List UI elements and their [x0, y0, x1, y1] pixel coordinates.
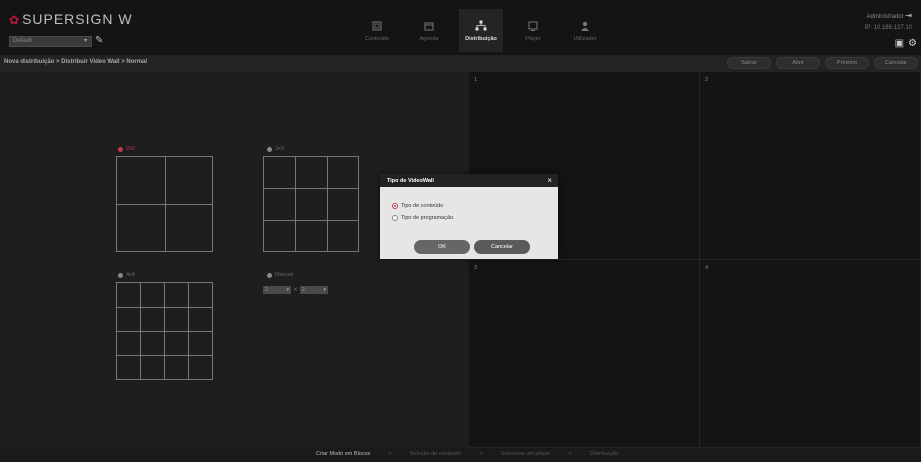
layout-label: 2x2: [126, 146, 135, 152]
header-icons: ▣ ⚙: [895, 38, 917, 49]
workspace-value: Default: [13, 38, 33, 44]
content-icon: [369, 19, 385, 33]
admin-user: Administrador: [866, 14, 904, 20]
radio-schedule-type[interactable]: Tipo de programação.: [392, 215, 546, 221]
layout-option-3x3[interactable]: 3x3: [267, 146, 284, 152]
admin-ip: IP: 10.186.127.10: [864, 25, 912, 31]
screen-cell[interactable]: 2: [700, 72, 921, 260]
manual-rows-select[interactable]: 2 ▾: [263, 286, 291, 294]
dialog-title: Tipo de VideoWall: [387, 177, 434, 184]
nav-item-schedule[interactable]: Agenda: [407, 9, 451, 52]
nav-item-user[interactable]: Utilizador: [563, 9, 607, 52]
open-button[interactable]: Abrir: [776, 57, 820, 69]
nav-item-distribution[interactable]: Distribuição: [459, 9, 503, 52]
radio-icon: [267, 146, 272, 152]
step-distribution: Distribuição: [589, 451, 619, 457]
step-footer: Criar Modo em Blocos > Seleção de conteú…: [0, 448, 921, 462]
nav-label: Agenda: [419, 35, 439, 42]
breadcrumb-bar: Nova distribuição > Distribuir Video Wal…: [0, 55, 921, 72]
dialog-cancel-button[interactable]: Cancelar: [474, 240, 530, 254]
logout-icon[interactable]: ⇥: [905, 11, 912, 20]
gear-icon[interactable]: ⚙: [908, 38, 917, 49]
nav-label: Player: [525, 35, 541, 42]
top-header: ✿ SUPERSIGN W Default ▾ ✎ Conteúdo Agenda: [0, 0, 921, 55]
chevron-down-icon: ▾: [83, 38, 87, 44]
radio-selected-icon: [118, 146, 123, 152]
app-logo: ✿ SUPERSIGN W: [9, 11, 133, 27]
dialog-header: Tipo de VideoWall ×: [380, 174, 558, 187]
layout-label: Manual: [275, 272, 294, 278]
videowall-type-dialog: Tipo de VideoWall × Tipo de conteúdo Tip…: [380, 174, 558, 259]
times-label: x: [294, 287, 297, 293]
layout-preview-2x2[interactable]: [116, 156, 213, 252]
manual-size-inputs: 2 ▾ x 2 ▾: [263, 286, 328, 294]
action-buttons: Salvar Abrir Próximo Cancelar: [727, 57, 918, 69]
notice-icon[interactable]: ▣: [895, 38, 904, 49]
step-create-block: Criar Modo em Blocos: [316, 451, 371, 457]
step-select-content: Seleção de conteúdo: [409, 451, 462, 457]
layout-chooser: 2x2 3x3 4x4 Manual 2 ▾ x 2 ▾: [0, 72, 469, 448]
save-button[interactable]: Salvar: [727, 57, 771, 69]
next-button[interactable]: Próximo: [825, 57, 869, 69]
step-separator: >: [388, 451, 392, 457]
breadcrumb: Nova distribuição > Distribuir Video Wal…: [4, 59, 148, 65]
radio-label: Tipo de conteúdo: [401, 203, 444, 209]
admin-info: Administrador ⇥ IP: 10.186.127.10: [865, 10, 912, 34]
dialog-body: Tipo de conteúdo Tipo de programação.: [380, 187, 558, 221]
close-icon[interactable]: ×: [547, 176, 552, 185]
nav-item-content[interactable]: Conteúdo: [355, 9, 399, 52]
layout-preview-4x4[interactable]: [116, 282, 213, 380]
layout-option-manual[interactable]: Manual: [267, 272, 293, 278]
player-icon: [525, 19, 541, 33]
radio-icon: [267, 272, 272, 278]
screen-cell[interactable]: 3: [469, 260, 700, 448]
radio-selected-icon: [392, 203, 398, 209]
calendar-icon: [421, 19, 437, 33]
radio-icon: [392, 215, 398, 221]
layout-option-2x2[interactable]: 2x2: [118, 146, 135, 152]
app-window: ✿ SUPERSIGN W Default ▾ ✎ Conteúdo Agenda: [0, 0, 921, 462]
screen-cell[interactable]: 4: [700, 260, 921, 448]
step-select-player: Selecione um player: [500, 451, 551, 457]
workspace-select[interactable]: Default ▾: [9, 36, 92, 47]
main-nav: Conteúdo Agenda Distribuição Player Util…: [355, 9, 615, 52]
radio-icon: [118, 272, 123, 278]
chevron-down-icon: ▾: [286, 287, 289, 293]
ok-button[interactable]: OK: [414, 240, 470, 254]
step-separator: >: [568, 451, 572, 457]
step-separator: >: [479, 451, 483, 457]
layout-option-4x4[interactable]: 4x4: [118, 272, 135, 278]
nav-label: Distribuição: [465, 35, 497, 42]
videowall-preview: 1 2 3 4: [469, 72, 921, 448]
user-icon: [577, 19, 593, 33]
layout-preview-3x3[interactable]: [263, 156, 359, 252]
layout-label: 4x4: [126, 272, 135, 278]
cancel-button[interactable]: Cancelar: [874, 57, 918, 69]
radio-content-type[interactable]: Tipo de conteúdo: [392, 203, 546, 209]
edit-pencil-icon[interactable]: ✎: [95, 35, 103, 46]
wizard-steps: Criar Modo em Blocos > Seleção de conteú…: [316, 451, 618, 457]
logo-mark-icon: ✿: [9, 13, 21, 27]
nav-item-player[interactable]: Player: [511, 9, 555, 52]
nav-label: Conteúdo: [365, 35, 389, 42]
nav-label: Utilizador: [573, 35, 597, 42]
chevron-down-icon: ▾: [323, 287, 326, 293]
dialog-buttons: OK Cancelar: [414, 240, 530, 254]
manual-cols-select[interactable]: 2 ▾: [300, 286, 328, 294]
radio-label: Tipo de programação.: [401, 215, 455, 221]
distribution-icon: [473, 19, 489, 33]
layout-label: 3x3: [275, 146, 284, 152]
